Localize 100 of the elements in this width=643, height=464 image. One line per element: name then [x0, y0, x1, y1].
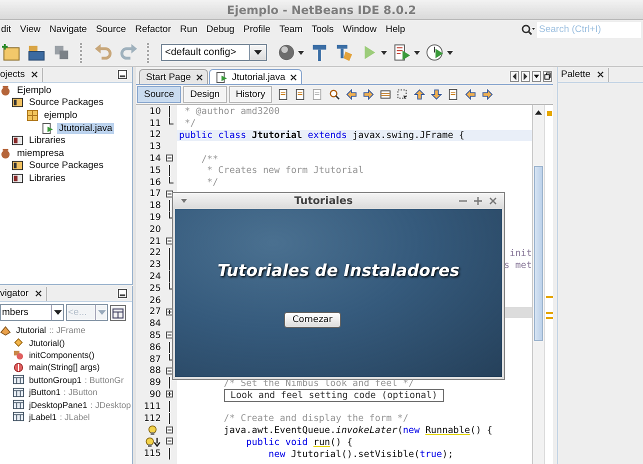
tree-item[interactable]: Libraries: [27, 135, 68, 146]
table-icon[interactable]: [110, 304, 126, 320]
line-number: 111: [144, 402, 161, 412]
caret-icon[interactable]: [298, 50, 304, 54]
view-toggle[interactable]: Design: [183, 86, 227, 103]
minimize-icon[interactable]: [118, 70, 127, 79]
globe-icon[interactable]: [277, 43, 296, 62]
maximize-icon[interactable]: [473, 196, 483, 206]
menu-item[interactable]: Debug: [205, 23, 236, 36]
editor-tab[interactable]: Start Page: [139, 69, 208, 84]
collapse-icon[interactable]: [166, 190, 173, 198]
arrow-left-icon[interactable]: [510, 71, 519, 82]
menu-item[interactable]: dit: [0, 23, 12, 36]
menu-item[interactable]: View: [19, 23, 42, 36]
scrollbar-thumb[interactable]: [534, 166, 543, 341]
tree-item[interactable]: ejemplo: [42, 110, 80, 121]
warning-marker: [546, 111, 552, 116]
member-item[interactable]: jButton1: [27, 387, 63, 398]
scrollbar[interactable]: [532, 105, 544, 464]
expand-icon[interactable]: [166, 390, 173, 398]
caret-icon[interactable]: [414, 50, 420, 54]
selection-icon[interactable]: [397, 89, 408, 100]
caret-icon: [254, 50, 262, 55]
windows-icon[interactable]: [52, 43, 71, 62]
close-icon[interactable]: [290, 74, 298, 80]
arrow-left-icon[interactable]: [346, 89, 358, 100]
arrow-right-icon[interactable]: [521, 71, 530, 82]
member-item[interactable]: initComponents(): [27, 350, 96, 360]
line-number: 112: [144, 414, 161, 424]
tree-item[interactable]: miempresa: [15, 148, 66, 159]
menu-item[interactable]: Source: [94, 23, 128, 36]
arrow-up-icon[interactable]: [534, 108, 543, 116]
config-dropdown[interactable]: <default config>: [161, 44, 267, 61]
close-icon[interactable]: [196, 74, 203, 80]
document-play-icon[interactable]: [393, 43, 412, 62]
view-toggle[interactable]: History: [228, 86, 272, 103]
view-toggle[interactable]: Source: [137, 86, 182, 103]
menu-item[interactable]: Tools: [310, 23, 335, 36]
menu-item[interactable]: Run: [178, 23, 198, 36]
menu-item[interactable]: Window: [342, 23, 378, 36]
shift-right-icon[interactable]: [482, 89, 494, 100]
menu-item[interactable]: Profile: [242, 23, 272, 36]
close-icon[interactable]: [596, 71, 604, 78]
menu-item[interactable]: Navigate: [48, 23, 88, 36]
dialog-title: Tutoriales: [293, 195, 354, 207]
close-icon[interactable]: [34, 290, 42, 297]
search-icon[interactable]: [329, 89, 340, 100]
collapse-icon[interactable]: [166, 154, 173, 162]
member-type: : JLabel: [60, 412, 90, 422]
menu-item[interactable]: Team: [278, 23, 304, 36]
collapse-icon[interactable]: [166, 426, 173, 434]
member-item[interactable]: main(String[] args): [27, 362, 102, 372]
minimize-icon[interactable]: [118, 289, 127, 298]
collapse-icon[interactable]: [166, 332, 173, 339]
line-number: 23: [150, 260, 161, 270]
hammer-brush-icon[interactable]: [335, 43, 354, 62]
collapse-icon[interactable]: [166, 367, 173, 374]
filter-dropdown[interactable]: mbers: [0, 304, 64, 321]
folder-icon[interactable]: [27, 43, 46, 62]
bulb-arrow-icon[interactable]: [145, 437, 161, 448]
panel-tab[interactable]: vigator: [0, 286, 47, 300]
code-line: /**: [200, 154, 218, 165]
caret-icon: [98, 310, 106, 315]
arrow-down-icon[interactable]: [431, 89, 442, 100]
bulb-icon[interactable]: [147, 425, 158, 436]
member-item[interactable]: Jtutorial: [14, 325, 48, 336]
gauge-play-icon[interactable]: [426, 43, 445, 62]
close-icon[interactable]: [30, 71, 38, 78]
window-icon[interactable]: [380, 89, 392, 100]
editor-tab[interactable]: Jtutorial.java: [208, 69, 302, 84]
expand-icon[interactable]: [166, 308, 173, 316]
caret-icon[interactable]: [447, 50, 453, 54]
start-button[interactable]: Comezar: [284, 312, 341, 328]
line-number: 27: [150, 307, 161, 318]
tree-item[interactable]: Source Packages: [27, 160, 106, 172]
hammer-icon[interactable]: [310, 43, 329, 62]
member-item[interactable]: buttonGroup1: [27, 374, 84, 385]
member-item[interactable]: Jtutorial(): [27, 338, 67, 348]
dropdown-icon[interactable]: [532, 71, 541, 82]
tree-item[interactable]: Libraries: [27, 172, 68, 184]
restore-icon[interactable]: [543, 71, 552, 82]
menu-item[interactable]: Refactor: [134, 23, 172, 36]
search-field[interactable]: Search (Ctrl+I): [537, 22, 641, 38]
menu-item[interactable]: Help: [384, 23, 406, 36]
collapse-icon[interactable]: [166, 438, 173, 445]
tree-item[interactable]: Jtutorial.java: [57, 122, 114, 134]
member-item[interactable]: jLabel1: [27, 412, 59, 422]
arrow-right-icon[interactable]: [363, 89, 374, 100]
java-file-icon: [42, 122, 53, 134]
shift-left-icon[interactable]: [465, 89, 476, 100]
line-number: 88: [150, 366, 161, 376]
document-icon[interactable]: [295, 89, 306, 100]
code-fragment: s met: [504, 260, 532, 271]
tree-item[interactable]: Ejemplo: [15, 84, 54, 96]
panel-tab[interactable]: ojects: [0, 68, 43, 82]
caret-icon[interactable]: [381, 50, 387, 54]
member-item[interactable]: jDesktopPane1: [27, 400, 90, 410]
tree-item[interactable]: Source Packages: [27, 97, 106, 108]
folder-plus-icon[interactable]: [2, 43, 21, 62]
collapse-icon[interactable]: [166, 237, 173, 244]
